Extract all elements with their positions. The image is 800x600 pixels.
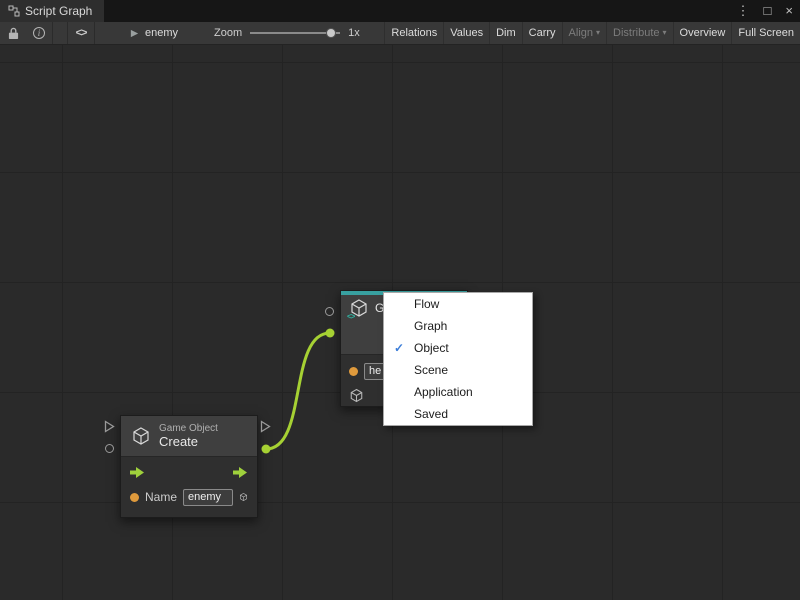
output-cube-icon[interactable] — [239, 490, 248, 504]
value-port-icon[interactable] — [349, 367, 358, 376]
graph-toolbar: i <> enemy Zoom 1x Relations Values Dim … — [0, 22, 800, 45]
create-node-body: Name — [121, 456, 257, 517]
menu-item-label: Graph — [414, 319, 447, 333]
menu-item-application[interactable]: Application — [384, 381, 532, 403]
button-label: Align — [569, 22, 593, 44]
node-title: Create — [159, 434, 218, 449]
menu-item-saved[interactable]: Saved — [384, 403, 532, 425]
button-label: Distribute — [613, 22, 659, 44]
menu-item-flow[interactable]: Flow — [384, 293, 532, 315]
menu-item-scene[interactable]: Scene — [384, 359, 532, 381]
zoom-slider-handle[interactable] — [326, 28, 336, 38]
menu-item-label: Flow — [414, 297, 439, 311]
gv-input-port[interactable] — [325, 307, 334, 316]
zoom-label: Zoom — [214, 27, 242, 39]
create-name-port[interactable] — [105, 444, 114, 453]
chevron-down-icon: ▾ — [663, 22, 667, 44]
object-cube-icon[interactable] — [349, 388, 364, 403]
button-label: Relations — [391, 22, 437, 44]
dim-button[interactable]: Dim — [489, 22, 522, 44]
window-tab[interactable]: Script Graph — [0, 0, 104, 22]
menu-item-graph[interactable]: Graph — [384, 315, 532, 337]
create-flow-out-port[interactable] — [260, 420, 271, 433]
info-icon: i — [33, 27, 45, 39]
carry-button[interactable]: Carry — [522, 22, 562, 44]
relations-button[interactable]: Relations — [384, 22, 443, 44]
button-label: Full Screen — [738, 22, 794, 44]
distribute-button: Distribute ▾ — [606, 22, 672, 44]
flow-in-arrow-icon[interactable] — [130, 467, 145, 478]
full-screen-button[interactable]: Full Screen — [731, 22, 800, 44]
window-controls: ⋮ □ × — [730, 0, 800, 22]
edit-source-button[interactable]: <> — [68, 22, 94, 44]
breadcrumb-graph-name: enemy — [145, 27, 178, 39]
menu-kebab-icon[interactable]: ⋮ — [730, 0, 757, 22]
breadcrumb-graph-icon — [129, 28, 140, 39]
breadcrumb[interactable]: enemy — [129, 27, 178, 39]
toolbar-separator — [52, 22, 53, 44]
name-input[interactable] — [183, 489, 233, 506]
name-param-row: Name — [130, 487, 248, 507]
value-port-icon[interactable] — [130, 493, 139, 502]
variable-code-badge-icon: <> — [347, 312, 354, 321]
window-title: Script Graph — [25, 4, 92, 18]
variable-kind-menu: Flow Graph ✓ Object Scene Application Sa… — [383, 292, 533, 426]
toolbar-separator — [94, 22, 95, 44]
flow-ports-row — [130, 466, 248, 478]
toolbar-buttons: Relations Values Dim Carry Align ▾ Distr… — [384, 22, 800, 44]
info-button[interactable]: i — [26, 22, 52, 44]
button-label: Values — [450, 22, 483, 44]
create-flow-in-port[interactable] — [104, 420, 115, 433]
values-button[interactable]: Values — [443, 22, 489, 44]
flow-out-arrow-icon[interactable] — [233, 467, 248, 478]
title-bar: Script Graph ⋮ □ × — [0, 0, 800, 22]
button-label: Carry — [529, 22, 556, 44]
maximize-icon[interactable]: □ — [757, 0, 779, 22]
code-icon: <> — [76, 27, 87, 39]
button-label: Dim — [496, 22, 516, 44]
align-button: Align ▾ — [562, 22, 606, 44]
menu-item-label: Application — [414, 385, 473, 399]
menu-item-label: Saved — [414, 407, 448, 421]
node-category: Game Object — [159, 423, 218, 434]
game-object-cube-icon — [131, 426, 151, 446]
zoom-value: 1x — [348, 27, 360, 39]
check-icon: ✓ — [384, 341, 414, 355]
chevron-down-icon: ▾ — [596, 22, 600, 44]
zoom-slider[interactable] — [250, 26, 340, 40]
param-label: Name — [145, 490, 177, 504]
lock-icon — [8, 27, 19, 40]
button-label: Overview — [680, 22, 726, 44]
close-icon[interactable]: × — [778, 0, 800, 22]
create-node[interactable]: Game Object Create Name — [120, 415, 258, 518]
lock-button[interactable] — [0, 22, 26, 44]
create-node-header: Game Object Create — [121, 416, 257, 456]
overview-button[interactable]: Overview — [673, 22, 732, 44]
variable-cube-icon: <> — [349, 298, 369, 318]
menu-item-object[interactable]: ✓ Object — [384, 337, 532, 359]
zoom-control: Zoom 1x — [214, 26, 360, 40]
menu-item-label: Scene — [414, 363, 448, 377]
script-graph-icon — [8, 5, 20, 17]
menu-item-label: Object — [414, 341, 449, 355]
